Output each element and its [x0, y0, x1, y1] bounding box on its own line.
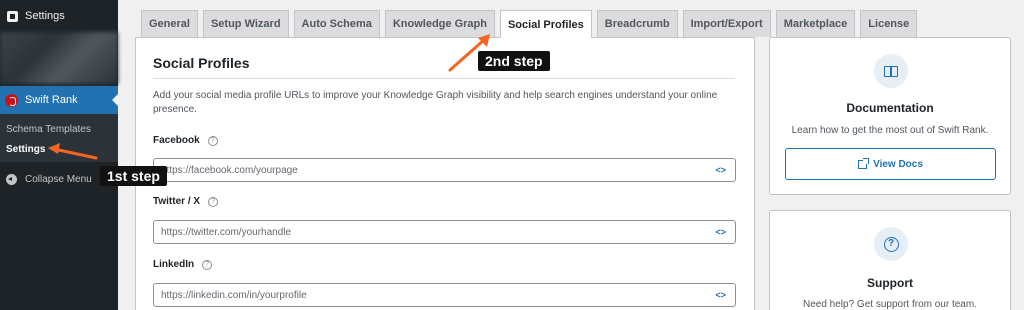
settings-tabs: General Setup Wizard Auto Schema Knowled… — [141, 10, 918, 38]
blurred-menu-items — [0, 32, 118, 84]
tab-social-profiles[interactable]: Social Profiles — [499, 10, 592, 38]
help-circle-icon-wrap: ? — [874, 227, 908, 261]
sidebar-item-label: Settings — [25, 10, 65, 22]
field-label-text: Twitter / X — [153, 196, 201, 207]
sidebar-item-swift-rank[interactable]: Swift Rank — [0, 86, 118, 114]
documentation-card: Documentation Learn how to get the most … — [769, 37, 1011, 195]
linkedin-url-field[interactable]: https://linkedin.com/in/yourprofile <> — [153, 283, 736, 307]
active-menu-pointer — [112, 94, 118, 106]
tab-knowledge-graph[interactable]: Knowledge Graph — [384, 10, 495, 37]
twitter-label: Twitter / X ? — [153, 196, 219, 207]
field-value: https://facebook.com/yourpage — [161, 164, 298, 176]
tab-import-export[interactable]: Import/Export — [682, 10, 771, 37]
external-link-icon — [858, 157, 870, 169]
step1-callout: 1st step — [100, 166, 167, 186]
submenu-item-schema-templates[interactable]: Schema Templates — [6, 124, 91, 135]
tab-general[interactable]: General — [141, 10, 198, 37]
step2-callout: 2nd step — [478, 51, 550, 71]
code-icon[interactable]: <> — [715, 290, 726, 300]
settings-icon — [7, 10, 18, 22]
page-title: Social Profiles — [153, 55, 250, 71]
support-text: Need help? Get support from our team. — [803, 299, 977, 310]
tab-breadcrumb[interactable]: Breadcrumb — [596, 10, 678, 37]
collapse-menu-label: Collapse Menu — [25, 173, 92, 185]
sidebar-item-settings-top[interactable]: Settings — [0, 0, 118, 32]
twitter-url-field[interactable]: https://twitter.com/yourhandle <> — [153, 220, 736, 244]
field-label-text: Facebook — [153, 135, 200, 146]
facebook-label: Facebook ? — [153, 135, 218, 146]
divider — [153, 78, 735, 79]
social-profiles-panel: Social Profiles Add your social media pr… — [135, 37, 755, 310]
help-circle-icon: ? — [883, 236, 899, 252]
submenu-item-settings[interactable]: Settings — [6, 144, 45, 155]
sidebar-item-label: Swift Rank — [25, 94, 78, 106]
help-icon[interactable]: ? — [202, 259, 213, 270]
linkedin-label: LinkedIn ? — [153, 259, 213, 270]
tab-marketplace[interactable]: Marketplace — [775, 10, 856, 37]
facebook-url-field[interactable]: https://facebook.com/yourpage <> — [153, 158, 736, 182]
documentation-text: Learn how to get the most out of Swift R… — [791, 125, 989, 136]
swift-rank-logo-icon — [5, 93, 18, 107]
admin-sidebar: Settings Swift Rank Schema Templates Set… — [0, 0, 118, 310]
book-icon — [884, 65, 898, 77]
tab-auto-schema[interactable]: Auto Schema — [293, 10, 380, 37]
documentation-title: Documentation — [846, 101, 934, 115]
panel-description: Add your social media profile URLs to im… — [153, 90, 718, 115]
code-icon[interactable]: <> — [715, 227, 726, 237]
collapse-icon — [6, 173, 17, 185]
help-icon[interactable]: ? — [207, 135, 218, 146]
sidebar-submenu: Schema Templates Settings — [0, 114, 118, 162]
field-value: https://linkedin.com/in/yourprofile — [161, 289, 307, 301]
tab-setup-wizard[interactable]: Setup Wizard — [202, 10, 289, 37]
field-label-text: LinkedIn — [153, 259, 195, 270]
field-value: https://twitter.com/yourhandle — [161, 226, 292, 238]
book-icon-wrap — [874, 54, 908, 88]
support-card: ? Support Need help? Get support from ou… — [769, 210, 1011, 310]
view-docs-label: View Docs — [873, 158, 923, 170]
view-docs-button[interactable]: View Docs — [785, 148, 996, 180]
code-icon[interactable]: <> — [715, 165, 726, 175]
tab-license[interactable]: License — [860, 10, 918, 37]
support-title: Support — [867, 276, 913, 290]
help-icon[interactable]: ? — [208, 196, 219, 207]
